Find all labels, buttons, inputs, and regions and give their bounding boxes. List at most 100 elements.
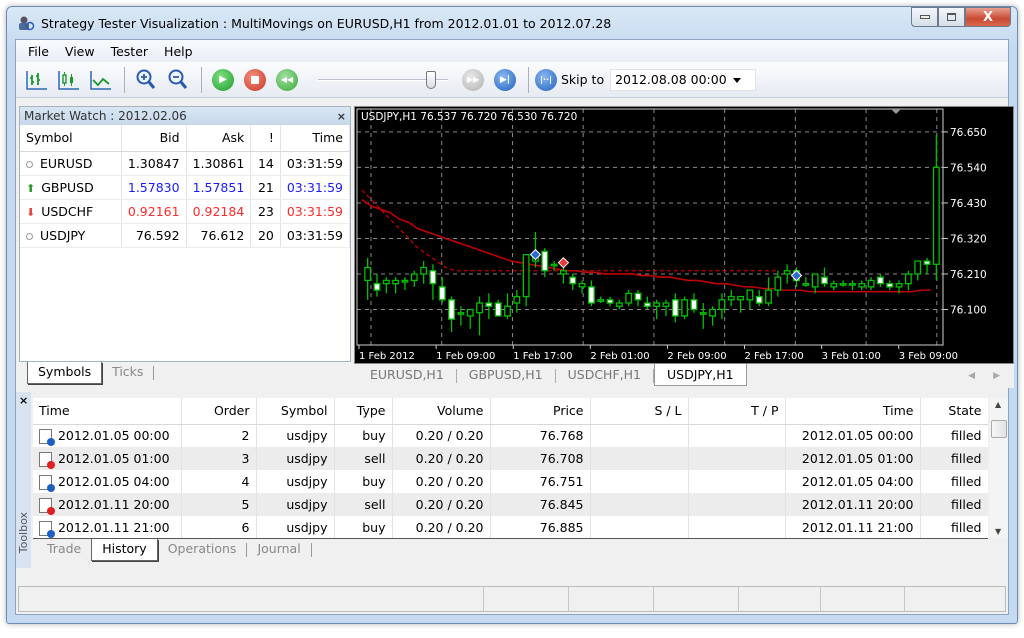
price-cell: 76.708	[490, 447, 591, 470]
menu-view[interactable]: View	[57, 44, 103, 59]
close-button[interactable]: X	[965, 7, 1011, 27]
menu-file[interactable]: File	[20, 44, 57, 59]
column-header-symbol[interactable]: Symbol	[20, 125, 122, 152]
moving-average-line	[361, 199, 931, 293]
done-time-cell: 2012.01.11 21:00	[785, 516, 921, 538]
chevron-left-icon[interactable]: ◀	[968, 371, 975, 381]
column-header-symbol[interactable]: Symbol	[256, 398, 335, 425]
time-cell: 03:31:59	[280, 199, 351, 224]
maximize-icon	[947, 13, 956, 21]
menu-help[interactable]: Help	[156, 44, 201, 59]
maximize-button[interactable]	[938, 7, 965, 27]
price-cell: 76.768	[490, 424, 591, 447]
resize-grip[interactable]	[905, 587, 1005, 611]
column-header-order[interactable]: Order	[181, 398, 257, 425]
column-header-tp[interactable]: T / P	[688, 398, 786, 425]
close-icon[interactable]: ×	[19, 394, 28, 407]
speed-slider[interactable]	[318, 70, 448, 90]
tab-trade[interactable]: Trade	[37, 539, 91, 560]
scrollbar-thumb[interactable]	[991, 420, 1007, 438]
tab-ticks[interactable]: Ticks	[102, 362, 153, 383]
play-button[interactable]: ▶	[208, 66, 238, 94]
market-watch-row[interactable]: USDJPY 76.592 76.612 20 03:31:59	[20, 223, 351, 248]
zoom-in-icon	[136, 69, 156, 89]
column-header-time[interactable]: Time	[280, 125, 351, 152]
candlestick-chart-button[interactable]	[54, 66, 84, 94]
price-chart[interactable]: 76.650 76.540 76.430 76.320 76.210 76.100 1 Fe…	[354, 106, 1014, 364]
state-cell: filled	[920, 447, 988, 470]
scroll-up-icon[interactable]: ▲	[995, 400, 1001, 409]
speed-slider-thumb[interactable]	[426, 70, 436, 89]
tester-app-icon	[19, 16, 35, 31]
time-cell: 03:31:59	[280, 175, 351, 200]
tab-operations[interactable]: Operations	[158, 539, 247, 560]
close-icon[interactable]: ×	[337, 110, 346, 123]
column-header-bid[interactable]: Bid	[121, 125, 187, 152]
fast-forward-button[interactable]: ▶▶	[458, 66, 488, 94]
x-tick-label: 2 Feb 17:00	[745, 351, 804, 362]
done-time-cell: 2012.01.11 20:00	[785, 493, 921, 516]
history-row[interactable]: 2012.01.05 00:00 2 usdjpy buy 0.20 / 0.20 76.…	[33, 424, 988, 447]
chart-area: 76.650 76.540 76.430 76.320 76.210 76.100 1 Fe…	[354, 106, 1014, 388]
tab-journal[interactable]: Journal	[247, 539, 310, 560]
skip-to-date-combo[interactable]: 2012.08.08 00:00	[610, 68, 757, 91]
y-tick-label: 76.430	[950, 198, 987, 210]
column-header-ask[interactable]: Ask	[186, 125, 252, 152]
chart-title: USDJPY,H1 76.537 76.720 76.530 76.720	[361, 111, 577, 123]
market-watch-row[interactable]: ⬇ USDCHF 0.92161 0.92184 23 03:31:59	[20, 199, 351, 224]
history-row[interactable]: 2012.01.11 20:00 5 usdjpy sell 0.20 / 0.20 76…	[33, 493, 988, 516]
menu-tester[interactable]: Tester	[103, 44, 156, 59]
step-forward-button[interactable]: ▶|	[490, 66, 520, 94]
column-header-type[interactable]: Type	[334, 398, 393, 425]
candle-body	[513, 295, 521, 304]
column-header-time[interactable]: Time	[33, 398, 182, 425]
column-header-volume[interactable]: Volume	[392, 398, 491, 425]
chevron-right-icon[interactable]: ▶	[993, 371, 1000, 381]
chart-tab-gbpusd[interactable]: GBPUSD,H1	[457, 364, 555, 385]
column-header-price[interactable]: Price	[490, 398, 591, 425]
candlestick-chart-svg: 76.650 76.540 76.430 76.320 76.210 76.100 1 Fe…	[356, 108, 987, 362]
zoom-out-button[interactable]	[163, 66, 193, 94]
candle-body	[839, 283, 847, 286]
stop-button[interactable]	[240, 66, 270, 94]
candle-body	[476, 302, 483, 314]
title-bar[interactable]: Strategy Tester Visualization : MultiMov…	[7, 7, 1017, 39]
tab-symbols[interactable]: Symbols	[27, 362, 103, 384]
minimize-button[interactable]	[911, 7, 938, 27]
candle-body	[559, 270, 567, 275]
tab-history[interactable]: History	[91, 539, 158, 561]
history-row[interactable]: 2012.01.05 04:00 4 usdjpy buy 0.20 / 0.20 76.…	[33, 470, 988, 493]
bar-chart-button[interactable]	[22, 66, 52, 94]
candle-body	[401, 279, 409, 283]
type-cell: buy	[334, 470, 393, 493]
market-watch-row[interactable]: EURUSD 1.30847 1.30861 14 03:31:59	[20, 151, 351, 176]
history-row[interactable]: 2012.01.05 01:00 3 usdjpy sell 0.20 / 0.20 76…	[33, 447, 988, 470]
toolbox-tabs: Trade History Operations Journal	[33, 538, 988, 562]
ask-cell: 0.92184	[186, 199, 252, 224]
column-header-spread[interactable]: !	[250, 125, 281, 152]
candle-body	[578, 283, 586, 288]
toolbox-panel: × Toolbox Time Order Symbol Type Volume …	[16, 392, 1008, 568]
chevron-down-icon[interactable]	[733, 77, 742, 83]
column-header-done-time[interactable]: Time	[785, 398, 921, 425]
zoom-in-button[interactable]	[131, 66, 161, 94]
neutral-dot-icon	[26, 160, 33, 168]
chart-tab-eurusd[interactable]: EURUSD,H1	[358, 364, 456, 385]
chart-tab-usdchf[interactable]: USDCHF,H1	[556, 364, 653, 385]
history-scrollbar[interactable]: ▲ ▼	[990, 398, 1008, 538]
x-tick-label: 2 Feb 09:00	[667, 351, 726, 362]
column-header-state[interactable]: State	[920, 398, 988, 425]
rewind-button[interactable]: ◀◀	[272, 66, 302, 94]
chart-tab-usdjpy[interactable]: USDJPY,H1	[653, 364, 747, 386]
line-chart-button[interactable]	[86, 66, 116, 94]
history-row[interactable]: 2012.01.11 21:00 6 usdjpy buy 0.20 / 0.20 76.…	[33, 516, 988, 538]
arrow-up-icon: ⬆	[26, 181, 36, 195]
scroll-down-icon[interactable]: ▼	[995, 527, 1001, 536]
column-header-sl[interactable]: S / L	[590, 398, 689, 425]
skip-to-icon[interactable]: |··|	[535, 68, 557, 91]
buy-order-icon	[39, 428, 55, 446]
market-watch-row[interactable]: ⬆ GBPUSD 1.57830 1.57851 21 03:31:59	[20, 175, 351, 200]
sl-cell	[590, 493, 689, 516]
fast-forward-icon: ▶▶	[462, 68, 484, 91]
candle-body	[625, 292, 633, 304]
